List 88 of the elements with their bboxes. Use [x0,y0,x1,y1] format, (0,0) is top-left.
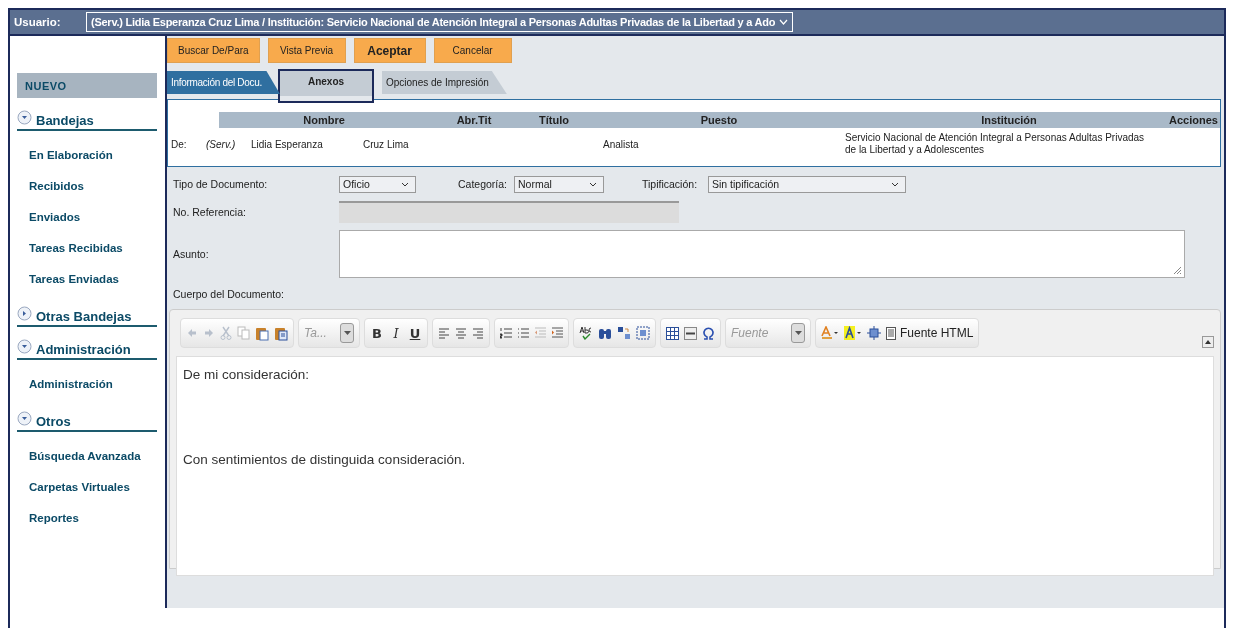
section-header[interactable]: Bandejas [17,110,157,131]
paste-document-icon[interactable] [274,325,288,341]
caret-icon [794,331,802,335]
chevron-icon [891,181,899,187]
field-label: Asunto: [173,248,210,260]
tab[interactable]: Opciones de Impresión [382,71,507,94]
sidebar-link[interactable]: Búsqueda Avanzada [17,440,165,471]
field-label: Tipo de Documento: [173,178,269,190]
column-header: Acciones [1169,114,1219,126]
caret-icon [343,331,351,335]
indent-icon[interactable] [551,327,563,339]
category-select[interactable]: Normal [514,175,604,193]
table-cell-text: Cruz Lima [363,138,410,150]
redo-icon[interactable] [203,327,215,339]
column-header: Título [538,114,570,126]
sidebar-link[interactable]: Enviados [17,201,165,232]
expand-circle-icon [17,110,32,125]
expand-circle-icon [17,339,32,354]
italic-button[interactable]: I [389,325,403,341]
cut-icon[interactable] [220,326,232,340]
align-left-icon[interactable] [438,327,450,339]
chevron-icon [779,19,789,25]
omega-icon[interactable] [702,326,715,340]
sidebar-link[interactable]: Recibidos [17,170,165,201]
sidebar-link[interactable]: Reportes [17,502,165,533]
column-header: Nombre [302,114,346,126]
subject-field[interactable] [339,230,1185,278]
select-all-icon[interactable] [636,326,650,340]
classification-select[interactable]: Sin tipificación [708,175,906,193]
triangle-up-icon [1204,340,1211,344]
table-cell-text: Lidia Esperanza [251,138,324,150]
binoculars-icon[interactable] [598,326,612,340]
paste-icon[interactable] [255,325,269,341]
table-cell-text: De: [171,138,188,150]
sidebar-link[interactable]: Administración [17,368,165,399]
source-html-button[interactable]: Fuente HTML [886,326,974,340]
field-label: Cuerpo del Documento: [173,288,285,300]
copy-icon[interactable] [237,326,250,340]
paragraph: De mi consideración: [183,367,311,382]
document-icon [886,326,896,340]
field-label: Tipificación: [642,178,699,190]
expand-circle-icon [17,411,32,426]
tab[interactable]: Información del Docu. [167,71,280,94]
table-cell-text: (Serv.) [206,138,237,150]
highlight-color-icon[interactable] [844,326,862,340]
underline-button[interactable]: U [408,325,422,341]
action-button[interactable]: Vista Previa [267,38,346,63]
action-button[interactable]: Aceptar [353,38,426,63]
document-type-select[interactable]: Oficio [339,175,416,193]
field-label: Categoría: [458,178,509,190]
bullet-list-icon[interactable] [517,327,529,339]
section-header[interactable]: Otros [17,411,157,432]
align-center-icon[interactable] [455,327,467,339]
replace-icon[interactable] [617,326,631,340]
bold-button[interactable]: B [370,325,384,341]
text-color-icon[interactable] [821,326,839,340]
new-button[interactable]: NUEVO [17,73,157,98]
resize-grip-icon [1173,266,1182,275]
user-label: Usuario: [14,16,62,28]
outdent-icon[interactable] [534,327,546,339]
section-header[interactable]: Administración [17,339,157,360]
collapse-toolbar-button[interactable] [1201,336,1214,348]
table-cell: Servicio Nacional de Atención Integral a Personas Adultas Privadas de la Libertad y a Adolescentes [845,132,1145,156]
sidebar-link[interactable]: Tareas Recibidas [17,232,165,263]
sidebar-link[interactable]: Tareas Enviadas [17,263,165,294]
column-header: Institución [980,114,1038,126]
field-label: No. Referencia: [173,206,247,218]
table-cell-text: Analista [603,138,640,150]
column-header: Puesto [699,114,739,126]
sidebar-link[interactable]: Carpetas Virtuales [17,471,165,502]
chevron-icon [589,181,597,187]
numbered-list-icon[interactable] [500,327,512,339]
column-header: Abr.Tit [455,114,493,126]
editor-area[interactable]: De mi consideración: Con sentimientos de distinguida consideración. [176,356,1214,576]
undo-icon[interactable] [186,327,198,339]
user-select[interactable]: (Serv.) Lidia Esperanza Cruz Lima / Institución: Servicio Nacional de Atención Integral a Personas Adultas Privadas de la Libertad y a Ado [86,12,794,32]
tab[interactable]: Anexos [278,69,374,103]
action-button[interactable]: Buscar De/Para [167,38,260,63]
sidebar-link[interactable]: En Elaboración [17,139,165,170]
table-icon[interactable] [666,326,679,340]
chevron-icon [401,181,409,187]
collapse-circle-icon [17,306,32,321]
paragraph: Con sentimientos de distinguida consideración. [183,452,467,467]
align-right-icon[interactable] [472,327,484,339]
spellcheck-icon[interactable] [579,326,593,340]
action-button[interactable]: Cancelar [433,38,512,63]
maximize-icon[interactable] [867,326,881,340]
section-header[interactable]: Otras Bandejas [17,306,157,327]
